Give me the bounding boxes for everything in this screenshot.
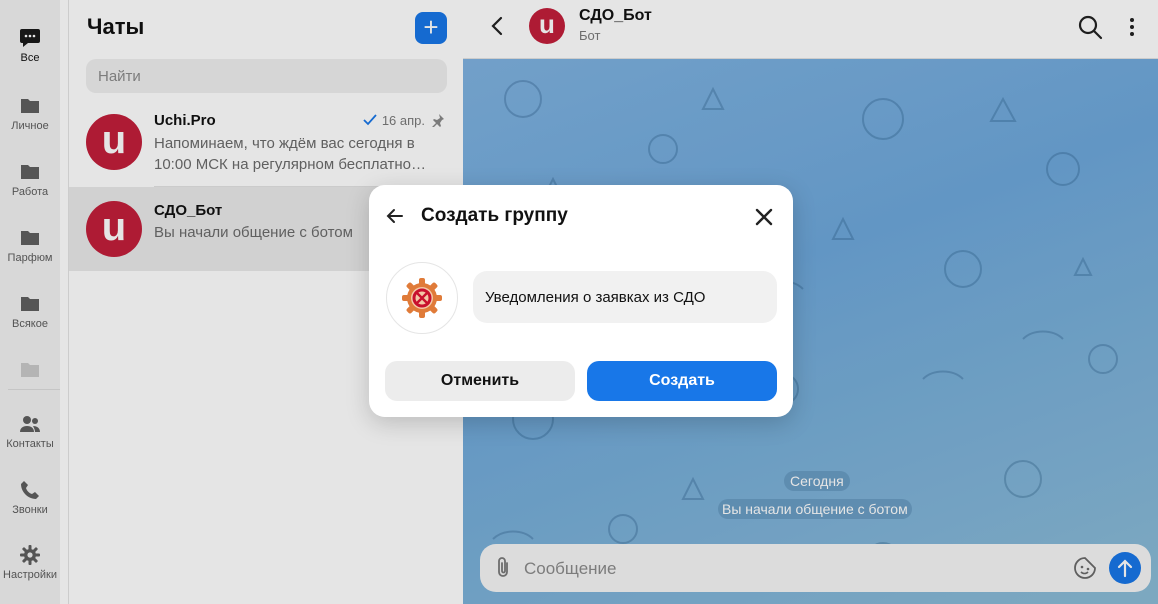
create-button[interactable]: Создать (587, 361, 777, 401)
close-icon[interactable] (755, 208, 773, 226)
group-name-input[interactable] (473, 271, 777, 323)
arrow-left-icon[interactable] (386, 207, 404, 225)
group-avatar-picker[interactable] (386, 262, 458, 334)
gear-logo-icon (402, 278, 442, 318)
cancel-button[interactable]: Отменить (385, 361, 575, 401)
create-group-dialog: Создать группу Отменить Создать (369, 185, 793, 417)
dialog-title: Создать группу (421, 205, 568, 226)
